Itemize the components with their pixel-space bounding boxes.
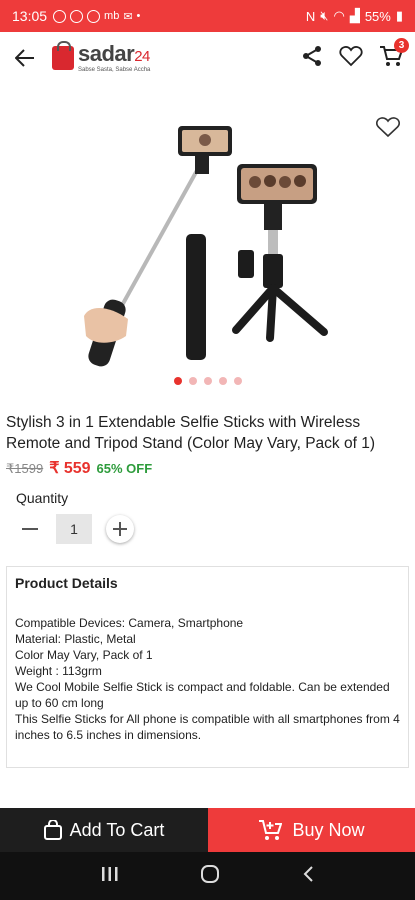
mail-icon: ✉: [123, 10, 133, 23]
details-line: We Cool Mobile Selfie Stick is compact a…: [15, 680, 390, 710]
home-icon: [201, 864, 220, 883]
status-bar: 13:05 mb ✉ • N 🔇︎ ◠ ▟ 55% ▮: [0, 0, 415, 32]
plus-icon: [113, 522, 127, 536]
chevron-left-icon: [303, 865, 313, 882]
wifi-icon: ◠: [333, 8, 345, 23]
carousel-dot[interactable]: [188, 377, 197, 385]
carousel-dot[interactable]: [203, 377, 212, 385]
carousel-dot[interactable]: [218, 377, 227, 385]
share-button[interactable]: [301, 45, 323, 72]
shopping-bag-logo-icon: [52, 41, 74, 70]
more-dot-icon: •: [136, 10, 141, 22]
share-icon: [303, 45, 321, 66]
increase-quantity-button[interactable]: [106, 515, 134, 543]
product-image[interactable]: [0, 104, 415, 372]
home-button[interactable]: [200, 864, 220, 889]
quantity-value[interactable]: 1: [56, 514, 92, 544]
wishlist-button[interactable]: [339, 45, 363, 72]
recents-icon: [101, 866, 118, 881]
skype-icon: [87, 9, 101, 23]
sale-price: ₹ 559: [49, 460, 91, 477]
status-label-mb: mb: [104, 10, 120, 22]
heart-outline-icon: [376, 117, 400, 138]
recent-apps-button[interactable]: [101, 866, 119, 887]
selfie-stick-illustration: [84, 126, 328, 367]
battery-icon: ▮: [395, 8, 403, 23]
carousel-dot-active[interactable]: [173, 377, 182, 385]
details-line: This Selfie Sticks for All phone is comp…: [15, 712, 400, 742]
details-line: Weight : 113grm: [15, 664, 102, 678]
decrease-quantity-button[interactable]: [18, 517, 42, 541]
quantity-label: Quantity: [16, 490, 69, 506]
signal-icon: ▟: [349, 8, 360, 23]
logo-number: 24: [134, 48, 150, 65]
image-wishlist-button[interactable]: [375, 116, 401, 143]
system-back-button[interactable]: [302, 865, 314, 888]
cart-button[interactable]: 3: [379, 37, 409, 72]
logo-tagline: Sabse Sasta, Sabse Accha: [78, 67, 151, 73]
nfc-icon: N: [305, 8, 316, 24]
details-line: Material: Plastic, Metal: [15, 632, 136, 646]
add-to-cart-button[interactable]: Add To Cart: [0, 808, 208, 852]
product-title: Stylish 3 in 1 Extendable Selfie Sticks …: [6, 414, 376, 452]
carousel-dot[interactable]: [233, 377, 242, 385]
buy-now-label: Buy Now: [292, 819, 365, 840]
product-details-card: Product Details Compatible Devices: Came…: [6, 566, 409, 768]
status-time: 13:05: [12, 8, 48, 24]
cart-count-badge: 3: [394, 37, 409, 53]
details-line: Compatible Devices: Camera, Smartphone: [15, 616, 244, 630]
product-details-heading: Product Details: [15, 575, 118, 591]
cart-add-icon: [259, 820, 283, 840]
heart-icon: [339, 45, 363, 66]
minus-icon: [22, 528, 38, 530]
price-row: ₹1599 ₹ 559 65% OFF: [6, 458, 152, 478]
battery-percent: 55%: [364, 8, 391, 24]
arrow-left-icon: [15, 49, 34, 67]
image-carousel-dots: [0, 377, 415, 385]
facebook-icon: [53, 9, 67, 23]
mrp-price: ₹1599: [6, 461, 44, 476]
discount-badge: 65% OFF: [96, 461, 153, 476]
buy-now-button[interactable]: Buy Now: [208, 808, 415, 852]
product-details-body: Compatible Devices: Camera, Smartphone M…: [15, 615, 400, 743]
add-to-cart-label: Add To Cart: [69, 819, 165, 840]
mute-icon: 🔇︎: [320, 8, 329, 23]
app-header: sadar24 Sabse Sasta, Sabse Accha 3: [0, 32, 415, 84]
bottom-action-bar: Add To Cart Buy Now: [0, 808, 415, 852]
back-button[interactable]: [12, 45, 38, 71]
quantity-stepper: 1: [18, 514, 134, 544]
shopping-bag-icon: [43, 820, 62, 840]
logo-text: sadar: [78, 41, 135, 66]
messenger-icon: [70, 9, 84, 23]
logo[interactable]: sadar24 Sabse Sasta, Sabse Accha: [52, 41, 151, 73]
details-line: Color May Vary, Pack of 1: [15, 648, 153, 662]
system-navigation-bar: [0, 852, 415, 900]
